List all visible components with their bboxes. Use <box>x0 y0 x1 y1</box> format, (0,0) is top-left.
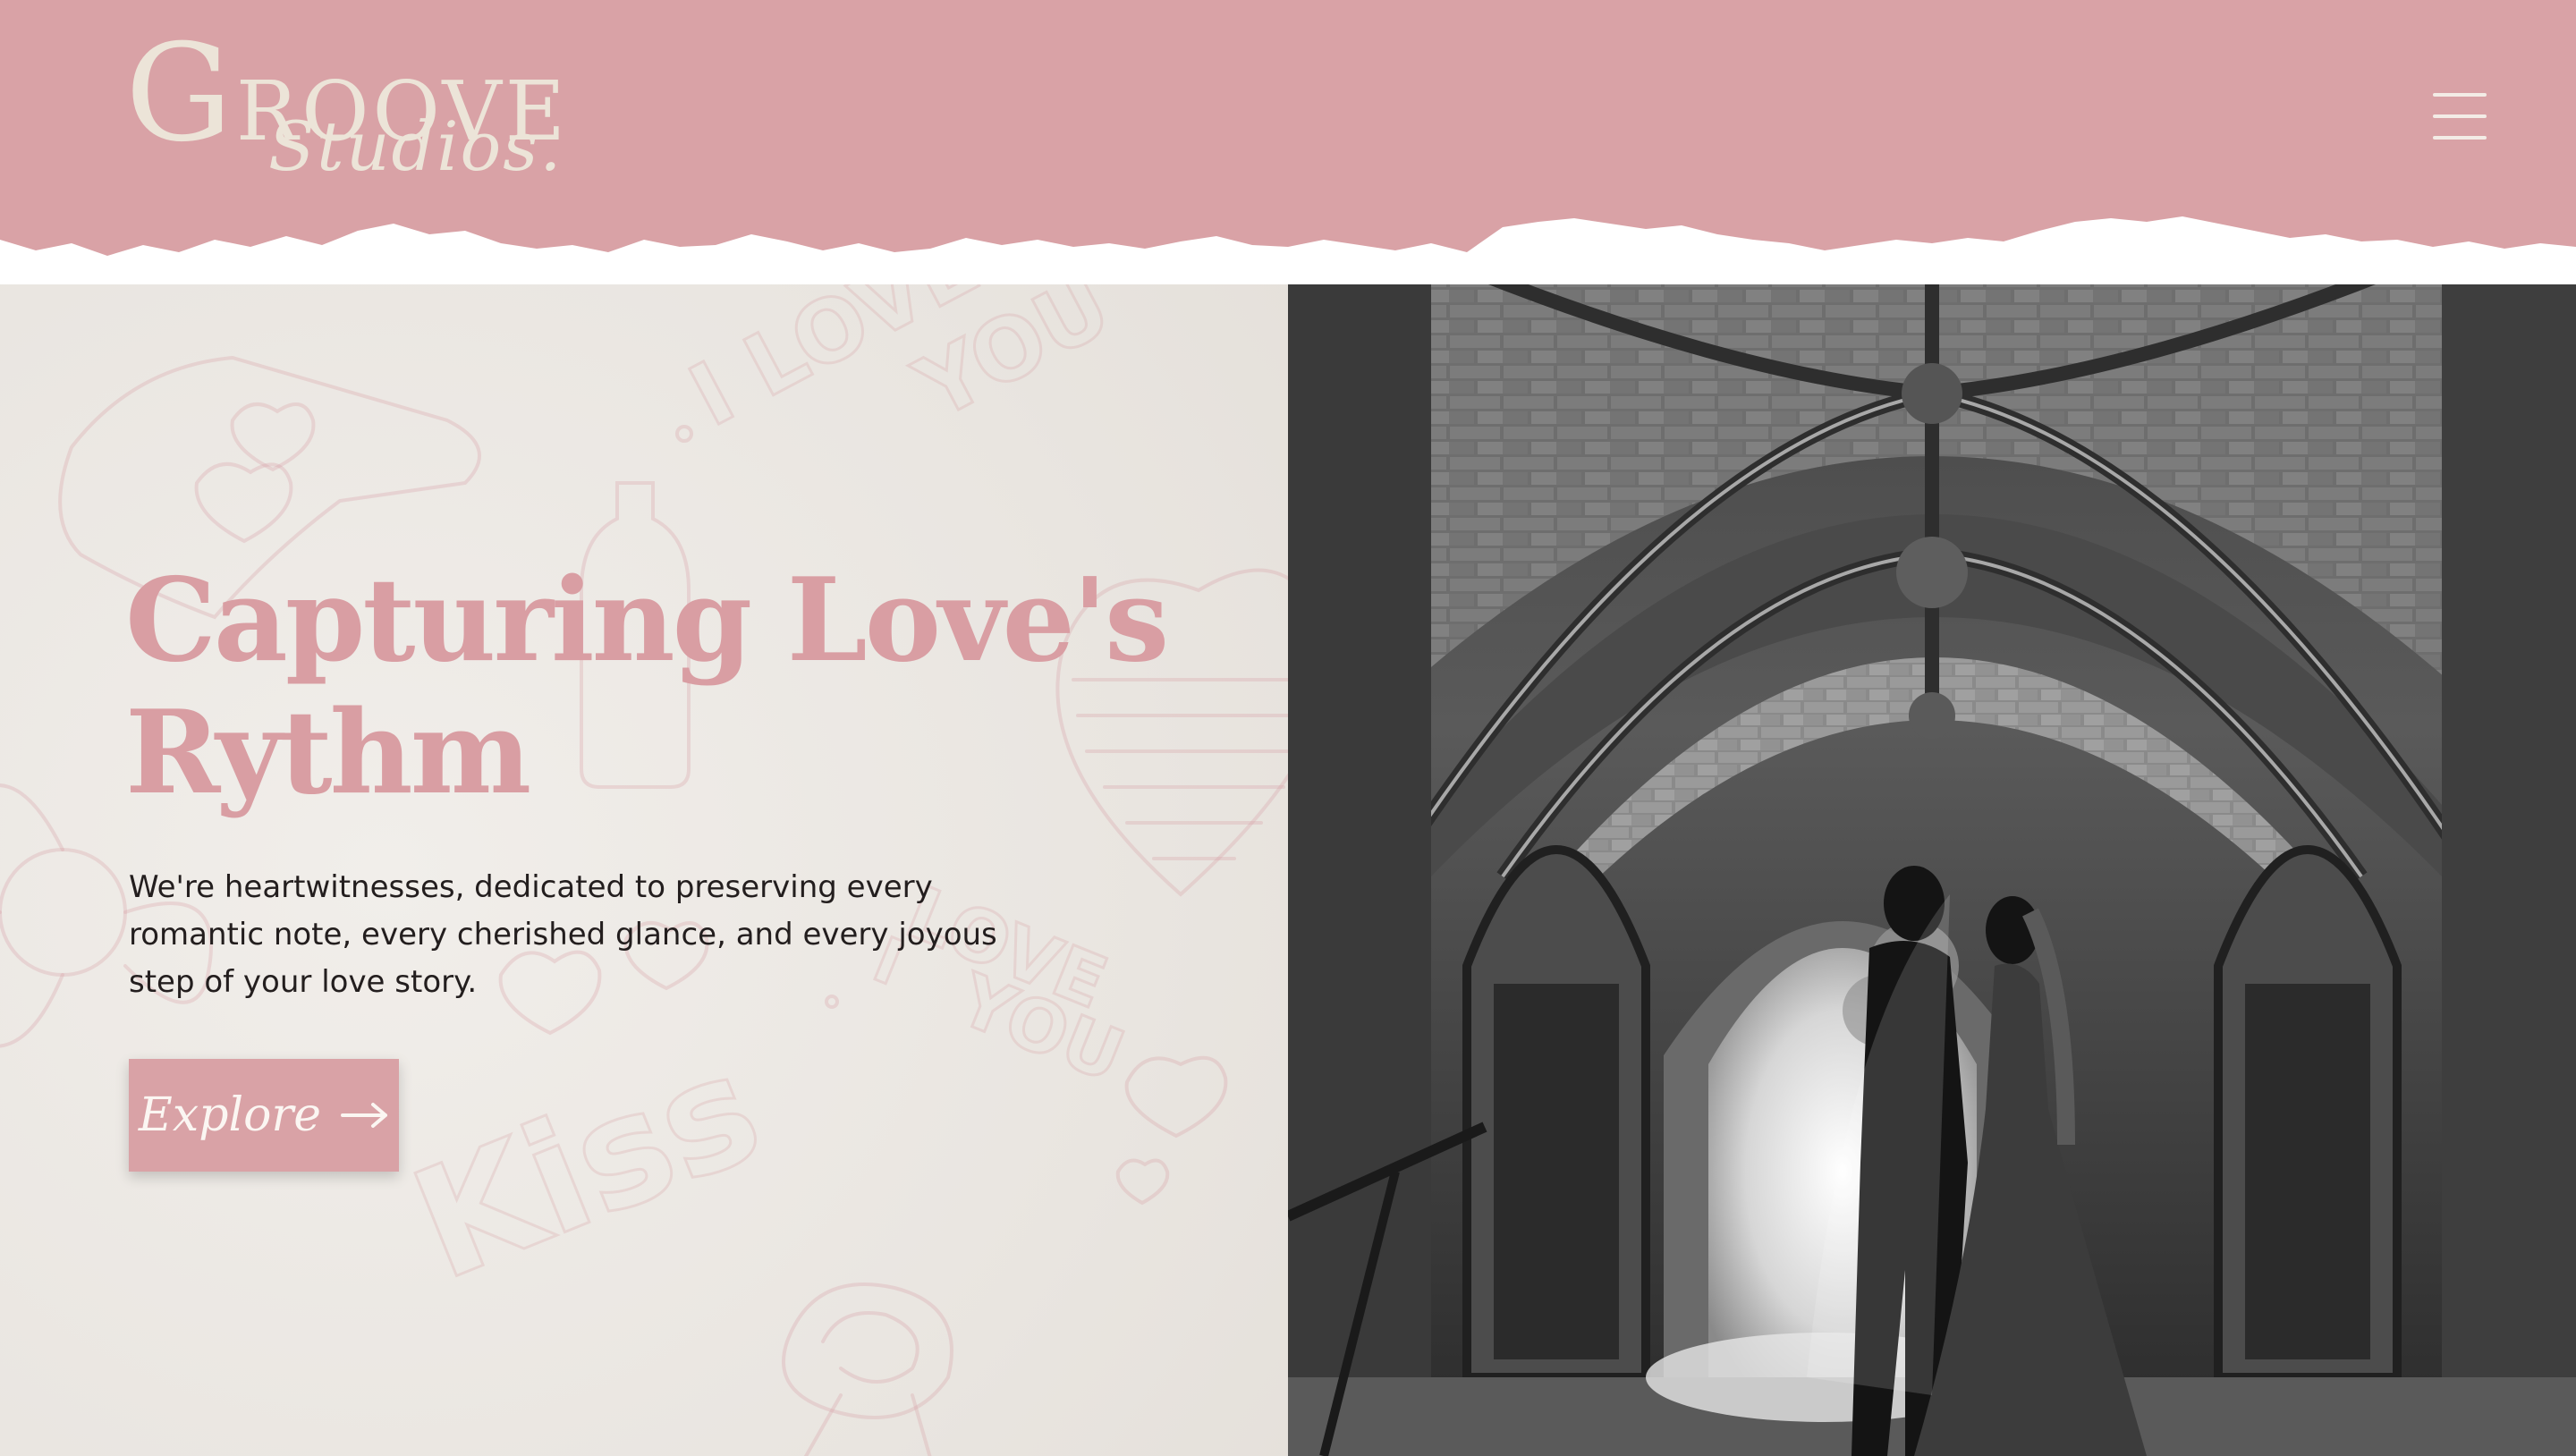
hamburger-menu-icon[interactable] <box>2431 88 2488 145</box>
hero-title-line1: Capturing Love's <box>125 554 1169 688</box>
groove-studios-logo[interactable]: GROOVE Studios. <box>125 27 565 206</box>
explore-button-label: Explore <box>138 1088 322 1142</box>
hero-title: Capturing Love's Rythm <box>125 554 1199 819</box>
logo-initial: G <box>125 16 236 172</box>
hero-title-line2: Rythm <box>125 686 531 820</box>
logo-subtext: Studios. <box>268 106 564 186</box>
explore-button[interactable]: Explore <box>129 1059 399 1172</box>
torn-paper-edge <box>0 204 2576 284</box>
background-doodles <box>0 355 1288 1456</box>
hero-subtitle: We're heartwitnesses, dedicated to prese… <box>129 869 997 1000</box>
arrow-right-icon <box>341 1103 388 1128</box>
